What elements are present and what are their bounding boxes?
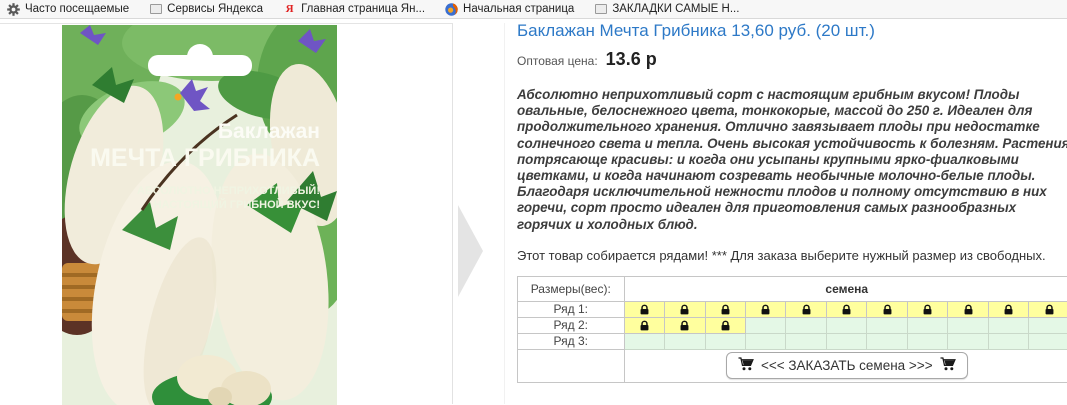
folder-icon xyxy=(594,3,607,16)
product-description: Абсолютно неприхотливый сорт с настоящим… xyxy=(517,87,1067,233)
bookmark-label: ЗАКЛАДКИ САМЫЕ Н... xyxy=(612,3,739,15)
order-button-cell: <<< ЗАКАЗАТЬ семена >>> xyxy=(624,349,1067,382)
cart-icon xyxy=(738,357,754,374)
bookmark-item-start-page[interactable]: Начальная страница xyxy=(441,2,581,17)
bookmark-label: Сервисы Яндекса xyxy=(167,3,263,15)
bookmark-item-yandex-services[interactable]: Сервисы Яндекса xyxy=(145,2,270,17)
free-cell[interactable] xyxy=(826,317,866,333)
product-info: Баклажан Мечта Грибника 13,60 руб. (20 ш… xyxy=(517,20,1067,383)
packet-title-line1: Баклажан xyxy=(218,120,320,143)
order-seeds-button[interactable]: <<< ЗАКАЗАТЬ семена >>> xyxy=(726,352,968,379)
free-cell[interactable] xyxy=(786,317,826,333)
gear-icon xyxy=(7,3,20,16)
yandex-icon: Я xyxy=(283,3,296,16)
locked-cell xyxy=(867,301,907,317)
wholesale-price-value: 13.6 р xyxy=(606,49,657,70)
bookmark-label: Главная страница Ян... xyxy=(301,3,425,15)
firefox-icon xyxy=(445,3,458,16)
locked-cell xyxy=(665,301,705,317)
free-cell[interactable] xyxy=(786,333,826,349)
table-header-sizes: Размеры(вес): xyxy=(518,276,625,301)
table-row: Ряд 2: xyxy=(518,317,1067,333)
free-cell[interactable] xyxy=(867,317,907,333)
cart-icon xyxy=(940,357,956,374)
bookmark-item-yandex-home[interactable]: Я Главная страница Ян... xyxy=(279,2,432,17)
packet-title-line2: МЕЧТА ГРИБНИКА xyxy=(90,144,320,172)
folder-icon xyxy=(149,3,162,16)
order-button-label: <<< ЗАКАЗАТЬ семена >>> xyxy=(761,358,933,373)
next-arrow-icon[interactable] xyxy=(458,205,483,297)
product-gallery-panel: Баклажан МЕЧТА ГРИБНИКА АБСОЛЮТНО НЕПРИХ… xyxy=(0,23,453,404)
table-row: Ряд 1: xyxy=(518,301,1067,317)
product-image[interactable]: Баклажан МЕЧТА ГРИБНИКА АБСОЛЮТНО НЕПРИХ… xyxy=(62,25,337,405)
free-cell[interactable] xyxy=(826,333,866,349)
table-row: Ряд 3: xyxy=(518,333,1067,349)
table-header-seeds: семена xyxy=(624,276,1067,301)
locked-cell xyxy=(988,301,1028,317)
locked-cell xyxy=(624,301,664,317)
packet-subtitle-line2: НАСТОЯЩИЙ ГРИБНОЙ ВКУС! xyxy=(154,198,320,211)
bookmark-label: Часто посещаемые xyxy=(25,3,129,15)
locked-cell xyxy=(907,301,947,317)
product-title: Баклажан Мечта Грибника 13,60 руб. (20 ш… xyxy=(517,20,1067,41)
free-cell[interactable] xyxy=(1029,333,1067,349)
free-cell[interactable] xyxy=(745,333,785,349)
bookmarks-bar: Часто посещаемые Сервисы Яндекса Я Главн… xyxy=(0,0,1067,19)
empty-cell xyxy=(518,349,625,382)
locked-cell xyxy=(705,301,745,317)
free-cell[interactable] xyxy=(665,333,705,349)
wholesale-price-label: Оптовая цена: xyxy=(517,54,598,68)
packet-subtitle-line1: АБСОЛЮТНО НЕПРИХОТЛИВЫЙ! xyxy=(137,184,320,197)
free-cell[interactable] xyxy=(624,333,664,349)
availability-table: Размеры(вес): семена Ряд 1: Ряд 2: Ряд 3… xyxy=(517,276,1067,383)
row-label: Ряд 2: xyxy=(518,317,625,333)
wholesale-price-line: Оптовая цена: 13.6 р xyxy=(517,49,1067,70)
free-cell[interactable] xyxy=(907,317,947,333)
free-cell[interactable] xyxy=(745,317,785,333)
locked-cell xyxy=(705,317,745,333)
free-cell[interactable] xyxy=(988,317,1028,333)
bookmark-item-frequently-visited[interactable]: Часто посещаемые xyxy=(3,2,136,17)
content-divider xyxy=(504,23,505,404)
free-cell[interactable] xyxy=(1029,317,1067,333)
free-cell[interactable] xyxy=(988,333,1028,349)
bookmark-item-bookmarks-folder[interactable]: ЗАКЛАДКИ САМЫЕ Н... xyxy=(590,2,746,17)
locked-cell xyxy=(745,301,785,317)
row-label: Ряд 3: xyxy=(518,333,625,349)
locked-cell xyxy=(1029,301,1067,317)
free-cell[interactable] xyxy=(948,333,988,349)
row-label: Ряд 1: xyxy=(518,301,625,317)
locked-cell xyxy=(948,301,988,317)
locked-cell xyxy=(826,301,866,317)
locked-cell xyxy=(624,317,664,333)
free-cell[interactable] xyxy=(948,317,988,333)
free-cell[interactable] xyxy=(907,333,947,349)
free-cell[interactable] xyxy=(705,333,745,349)
locked-cell xyxy=(786,301,826,317)
rows-note: Этот товар собирается рядами! *** Для за… xyxy=(517,248,1067,263)
locked-cell xyxy=(665,317,705,333)
free-cell[interactable] xyxy=(867,333,907,349)
bookmark-label: Начальная страница xyxy=(463,3,574,15)
